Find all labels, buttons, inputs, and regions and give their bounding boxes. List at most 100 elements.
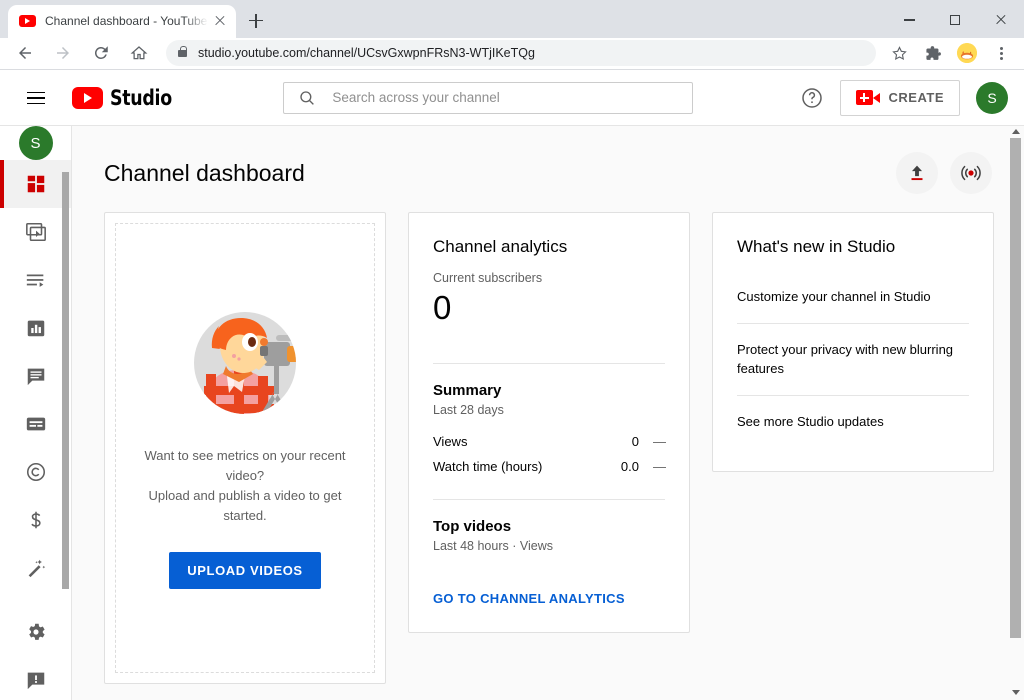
- go-live-button[interactable]: [950, 152, 992, 195]
- hamburger-menu-icon[interactable]: [16, 78, 56, 118]
- sidebar-item-copyright[interactable]: [0, 448, 71, 496]
- metric-delta: —: [653, 433, 666, 449]
- metric-delta: —: [653, 458, 666, 474]
- sidebar-item-playlists[interactable]: [0, 256, 71, 304]
- page-header-actions: [896, 152, 992, 195]
- bar-chart-icon: [27, 321, 44, 337]
- help-circle-icon: [801, 88, 822, 108]
- sidebar-item-comments[interactable]: [0, 352, 71, 400]
- browser-window: Channel dashboard - YouTube Studio studi…: [0, 0, 1024, 700]
- sidebar-avatar[interactable]: S: [18, 126, 53, 161]
- minimize-icon: [903, 19, 915, 21]
- chrome-menu-button[interactable]: [987, 39, 1015, 67]
- app-body: S Channel dashboard Want to see metrics …: [0, 126, 1024, 700]
- sidebar-item-content[interactable]: [0, 208, 71, 256]
- address-bar[interactable]: studio.youtube.com/channel/UCsvGxwpnFRsN…: [166, 40, 876, 67]
- upload-text-line1: Want to see metrics on your recent video…: [144, 447, 346, 483]
- gear-icon: [28, 624, 45, 641]
- create-button[interactable]: CREATE: [839, 79, 960, 116]
- feedback-icon: [27, 673, 44, 690]
- news-item[interactable]: See more Studio updates: [737, 396, 969, 448]
- back-button[interactable]: [10, 38, 40, 68]
- dashboard-grid-icon: [27, 176, 44, 193]
- whats-new-card: What's new in Studio Customize your chan…: [712, 212, 994, 473]
- reload-button[interactable]: [86, 38, 116, 68]
- new-tab-button[interactable]: [242, 7, 270, 35]
- upload-card: Want to see metrics on your recent video…: [104, 212, 386, 685]
- search-input[interactable]: [332, 90, 679, 106]
- analytics-card-title: Channel analytics: [433, 237, 568, 257]
- url-text: studio.youtube.com/channel/UCsvGxwpnFRsN…: [198, 46, 535, 61]
- bookmark-star-icon: [891, 46, 907, 60]
- sidebar-item-send-feedback[interactable]: [0, 656, 71, 700]
- sidebar-item-analytics[interactable]: [0, 304, 71, 352]
- create-button-label: CREATE: [888, 90, 944, 106]
- news-item[interactable]: Protect your privacy with new blurring f…: [737, 324, 969, 395]
- scroll-down-arrow[interactable]: [1010, 687, 1021, 698]
- metric-value: 0: [631, 433, 639, 449]
- video-camera-plus-icon: [855, 90, 880, 106]
- header-actions: CREATE S: [800, 79, 1008, 116]
- sidebar-item-customization[interactable]: [0, 544, 71, 592]
- close-icon[interactable]: [212, 13, 228, 29]
- subtitles-icon: [26, 418, 45, 431]
- bookmark-button[interactable]: [885, 39, 913, 67]
- upload-text-line2: Upload and publish a video to get starte…: [148, 487, 342, 524]
- summary-period: Last 28 days: [433, 402, 504, 417]
- reload-icon: [94, 46, 108, 60]
- profile-avatar-icon: [957, 43, 977, 64]
- extensions-puzzle-icon: [925, 46, 941, 60]
- avatar[interactable]: S: [976, 81, 1008, 114]
- metric-value: 0.0: [620, 458, 639, 474]
- top-videos-title: Top videos: [433, 517, 512, 535]
- search-box[interactable]: [283, 81, 694, 114]
- extensions-button[interactable]: [919, 39, 947, 67]
- copyright-icon: [26, 463, 45, 482]
- videographer-illustration: [194, 311, 296, 414]
- close-icon: [995, 14, 1007, 26]
- studio-brand[interactable]: Studio: [72, 86, 177, 110]
- sidebar: S: [0, 126, 72, 700]
- browser-tab[interactable]: Channel dashboard - YouTube Studio: [8, 4, 236, 38]
- profile-button[interactable]: [953, 39, 981, 67]
- home-button[interactable]: [124, 38, 154, 68]
- minimize-button[interactable]: [886, 3, 932, 37]
- upload-dropzone[interactable]: Want to see metrics on your recent video…: [115, 223, 375, 674]
- sidebar-item-subtitles[interactable]: [0, 400, 71, 448]
- sidebar-item-dashboard[interactable]: [0, 160, 71, 209]
- home-icon: [130, 46, 148, 60]
- sidebar-footer-items: [0, 608, 71, 700]
- lock-icon: [178, 45, 188, 57]
- back-arrow-icon: [19, 47, 31, 60]
- browser-toolbar: studio.youtube.com/channel/UCsvGxwpnFRsN…: [0, 37, 1024, 71]
- page-header: Channel dashboard: [96, 126, 1000, 212]
- help-button[interactable]: [800, 86, 824, 110]
- brand-text: Studio: [110, 85, 172, 110]
- sidebar-item-monetization[interactable]: [0, 496, 71, 544]
- dollar-sign-icon: [30, 512, 41, 529]
- tab-strip: Channel dashboard - YouTube Studio: [0, 0, 1024, 38]
- upload-videos-button[interactable]: UPLOAD VIDEOS: [169, 552, 321, 590]
- sidebar-avatar-row: S: [0, 126, 71, 161]
- window-close-button[interactable]: [978, 3, 1024, 37]
- upload-video-button[interactable]: [896, 152, 938, 195]
- sidebar-item-settings[interactable]: [0, 608, 71, 656]
- sidebar-scrollbar[interactable]: [62, 172, 69, 590]
- main-scrollbar[interactable]: [1010, 138, 1021, 639]
- scroll-up-arrow[interactable]: [1010, 126, 1021, 137]
- forward-button[interactable]: [48, 38, 78, 68]
- maximize-button[interactable]: [932, 3, 978, 37]
- live-broadcast-icon: [961, 166, 981, 181]
- upload-card-text: Want to see metrics on your recent video…: [132, 446, 358, 527]
- news-card-title: What's new in Studio: [737, 237, 896, 257]
- news-item[interactable]: Customize your channel in Studio: [737, 271, 969, 323]
- dashboard-cards: Want to see metrics on your recent video…: [96, 212, 1000, 685]
- studio-header: Studio Search across your channel CREATE…: [0, 70, 1024, 127]
- youtube-logo-icon: [72, 86, 103, 109]
- search-area: [177, 81, 799, 114]
- divider: [433, 362, 665, 364]
- go-to-channel-analytics-link[interactable]: GO TO CHANNEL ANALYTICS: [433, 591, 625, 606]
- youtube-studio-app: Studio Search across your channel CREATE…: [0, 70, 1024, 700]
- top-videos-subtitle: Last 48 hours · Views: [433, 538, 553, 553]
- main-content: Channel dashboard Want to see metrics on…: [72, 126, 1024, 700]
